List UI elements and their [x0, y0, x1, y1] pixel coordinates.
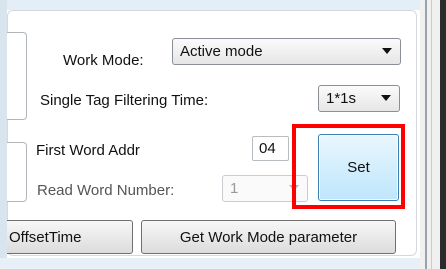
offset-time-button[interactable]: OffsetTime — [7, 220, 133, 254]
work-mode-select[interactable]: Active mode — [172, 38, 401, 65]
single-tag-filtering-select[interactable]: 1*1s — [318, 85, 400, 112]
read-word-number-value: 1 — [230, 180, 239, 197]
right-panel-divider-inner — [431, 0, 432, 269]
first-word-addr-input[interactable]: 04 — [252, 136, 289, 161]
single-tag-filtering-label: Single Tag Filtering Time: — [40, 92, 209, 109]
highlight-box — [292, 124, 405, 209]
left-control-fragment-bottom — [7, 142, 27, 202]
chevron-down-icon — [381, 95, 391, 101]
right-panel-divider — [425, 0, 427, 269]
read-word-number-label: Read Word Number: — [37, 182, 175, 199]
window-bottom-band — [0, 258, 420, 269]
first-word-addr-label: First Word Addr — [36, 142, 140, 159]
right-panel-edge — [440, 0, 446, 269]
work-mode-label: Work Mode: — [63, 52, 144, 69]
window-left-strip — [0, 0, 7, 269]
get-work-mode-parameter-button[interactable]: Get Work Mode parameter — [141, 220, 396, 254]
window-top-strip — [0, 0, 446, 10]
chevron-down-icon — [382, 48, 392, 54]
left-control-fragment-top — [7, 32, 27, 120]
first-word-addr-value: 04 — [259, 140, 276, 157]
work-mode-value: Active mode — [180, 43, 263, 60]
single-tag-filtering-value: 1*1s — [326, 90, 357, 107]
